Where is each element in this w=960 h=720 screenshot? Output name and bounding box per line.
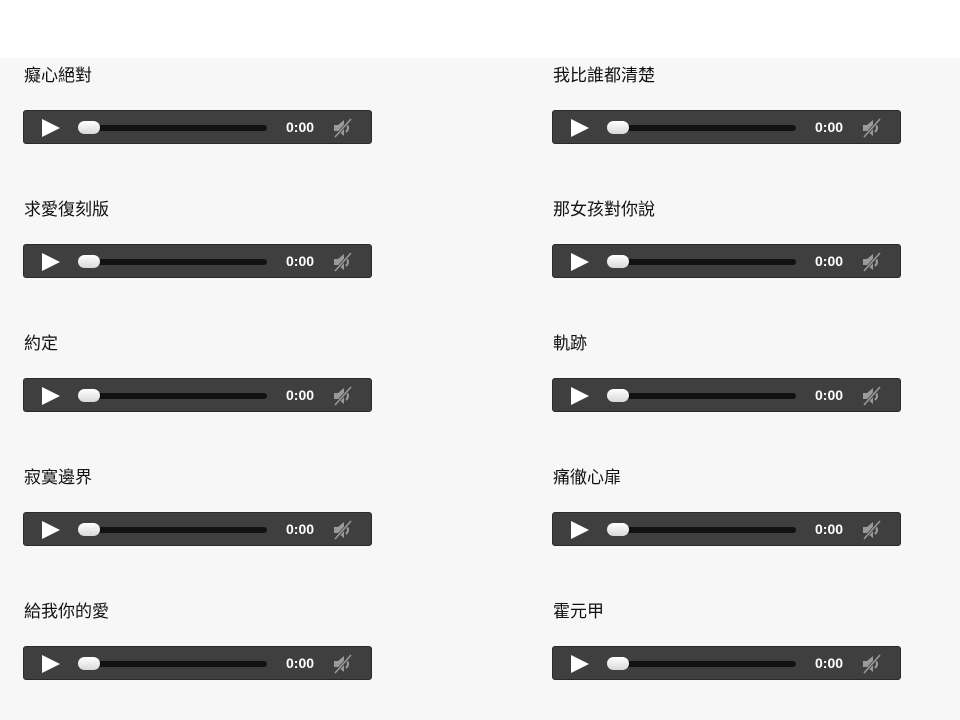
- play-icon: [42, 387, 60, 405]
- mute-button[interactable]: [861, 520, 883, 540]
- time-display: 0:00: [815, 387, 844, 403]
- mute-button[interactable]: [332, 386, 354, 406]
- play-button[interactable]: [569, 386, 591, 406]
- audio-player: 0:00: [23, 512, 372, 546]
- volume-muted-icon: [862, 252, 882, 272]
- track-title: 癡心絕對: [24, 66, 92, 86]
- time-display: 0:00: [286, 119, 315, 135]
- progress-knob[interactable]: [607, 657, 629, 670]
- progress-knob[interactable]: [78, 121, 100, 134]
- progress-bar[interactable]: [607, 255, 796, 268]
- play-icon: [571, 521, 589, 539]
- track-title: 霍元甲: [553, 602, 604, 622]
- progress-knob[interactable]: [607, 121, 629, 134]
- play-button[interactable]: [569, 252, 591, 272]
- time-display: 0:00: [286, 655, 315, 671]
- mute-button[interactable]: [861, 386, 883, 406]
- track-title: 軌跡: [553, 334, 587, 354]
- time-display: 0:00: [815, 119, 844, 135]
- progress-knob[interactable]: [78, 255, 100, 268]
- track-title: 痛徹心扉: [553, 468, 621, 488]
- volume-muted-icon: [333, 520, 353, 540]
- volume-muted-icon: [333, 386, 353, 406]
- play-icon: [571, 387, 589, 405]
- volume-muted-icon: [862, 654, 882, 674]
- play-icon: [42, 253, 60, 271]
- time-display: 0:00: [815, 521, 844, 537]
- mute-button[interactable]: [332, 520, 354, 540]
- progress-knob[interactable]: [78, 523, 100, 536]
- track-title: 求愛復刻版: [24, 200, 109, 220]
- play-button[interactable]: [569, 520, 591, 540]
- mute-button[interactable]: [332, 654, 354, 674]
- volume-muted-icon: [333, 252, 353, 272]
- track-list: 癡心絕對 0:00 我比誰都清楚 0:00 求愛復刻版 0:00 那女孩對你說 …: [0, 58, 960, 720]
- time-display: 0:00: [286, 253, 315, 269]
- time-display: 0:00: [286, 387, 315, 403]
- progress-knob[interactable]: [78, 657, 100, 670]
- track-title: 那女孩對你說: [553, 200, 655, 220]
- play-icon: [571, 655, 589, 673]
- mute-button[interactable]: [861, 118, 883, 138]
- top-bar: [0, 0, 960, 58]
- time-display: 0:00: [815, 253, 844, 269]
- progress-bar[interactable]: [607, 389, 796, 402]
- play-button[interactable]: [40, 654, 62, 674]
- track-title: 我比誰都清楚: [553, 66, 655, 86]
- track-title: 約定: [24, 334, 58, 354]
- mute-button[interactable]: [861, 654, 883, 674]
- audio-player: 0:00: [552, 110, 901, 144]
- progress-bar[interactable]: [78, 389, 267, 402]
- audio-player: 0:00: [552, 512, 901, 546]
- track-title: 寂寞邊界: [24, 468, 92, 488]
- mute-button[interactable]: [332, 118, 354, 138]
- mute-button[interactable]: [332, 252, 354, 272]
- play-button[interactable]: [40, 252, 62, 272]
- play-button[interactable]: [40, 386, 62, 406]
- play-icon: [42, 521, 60, 539]
- audio-player: 0:00: [23, 244, 372, 278]
- audio-player: 0:00: [23, 378, 372, 412]
- play-button[interactable]: [569, 654, 591, 674]
- progress-bar[interactable]: [78, 523, 267, 536]
- volume-muted-icon: [333, 654, 353, 674]
- audio-player: 0:00: [23, 110, 372, 144]
- progress-bar[interactable]: [78, 255, 267, 268]
- progress-knob[interactable]: [78, 389, 100, 402]
- mute-button[interactable]: [861, 252, 883, 272]
- progress-knob[interactable]: [607, 523, 629, 536]
- volume-muted-icon: [862, 118, 882, 138]
- progress-bar[interactable]: [607, 121, 796, 134]
- volume-muted-icon: [862, 386, 882, 406]
- progress-bar[interactable]: [78, 121, 267, 134]
- play-button[interactable]: [40, 118, 62, 138]
- progress-bar[interactable]: [78, 657, 267, 670]
- progress-bar[interactable]: [607, 657, 796, 670]
- play-icon: [571, 253, 589, 271]
- audio-player: 0:00: [23, 646, 372, 680]
- progress-knob[interactable]: [607, 389, 629, 402]
- play-icon: [571, 119, 589, 137]
- play-icon: [42, 655, 60, 673]
- audio-player: 0:00: [552, 378, 901, 412]
- play-button[interactable]: [569, 118, 591, 138]
- volume-muted-icon: [333, 118, 353, 138]
- time-display: 0:00: [815, 655, 844, 671]
- progress-bar[interactable]: [607, 523, 796, 536]
- progress-knob[interactable]: [607, 255, 629, 268]
- audio-player: 0:00: [552, 244, 901, 278]
- volume-muted-icon: [862, 520, 882, 540]
- play-icon: [42, 119, 60, 137]
- track-title: 給我你的愛: [24, 602, 109, 622]
- play-button[interactable]: [40, 520, 62, 540]
- time-display: 0:00: [286, 521, 315, 537]
- audio-player: 0:00: [552, 646, 901, 680]
